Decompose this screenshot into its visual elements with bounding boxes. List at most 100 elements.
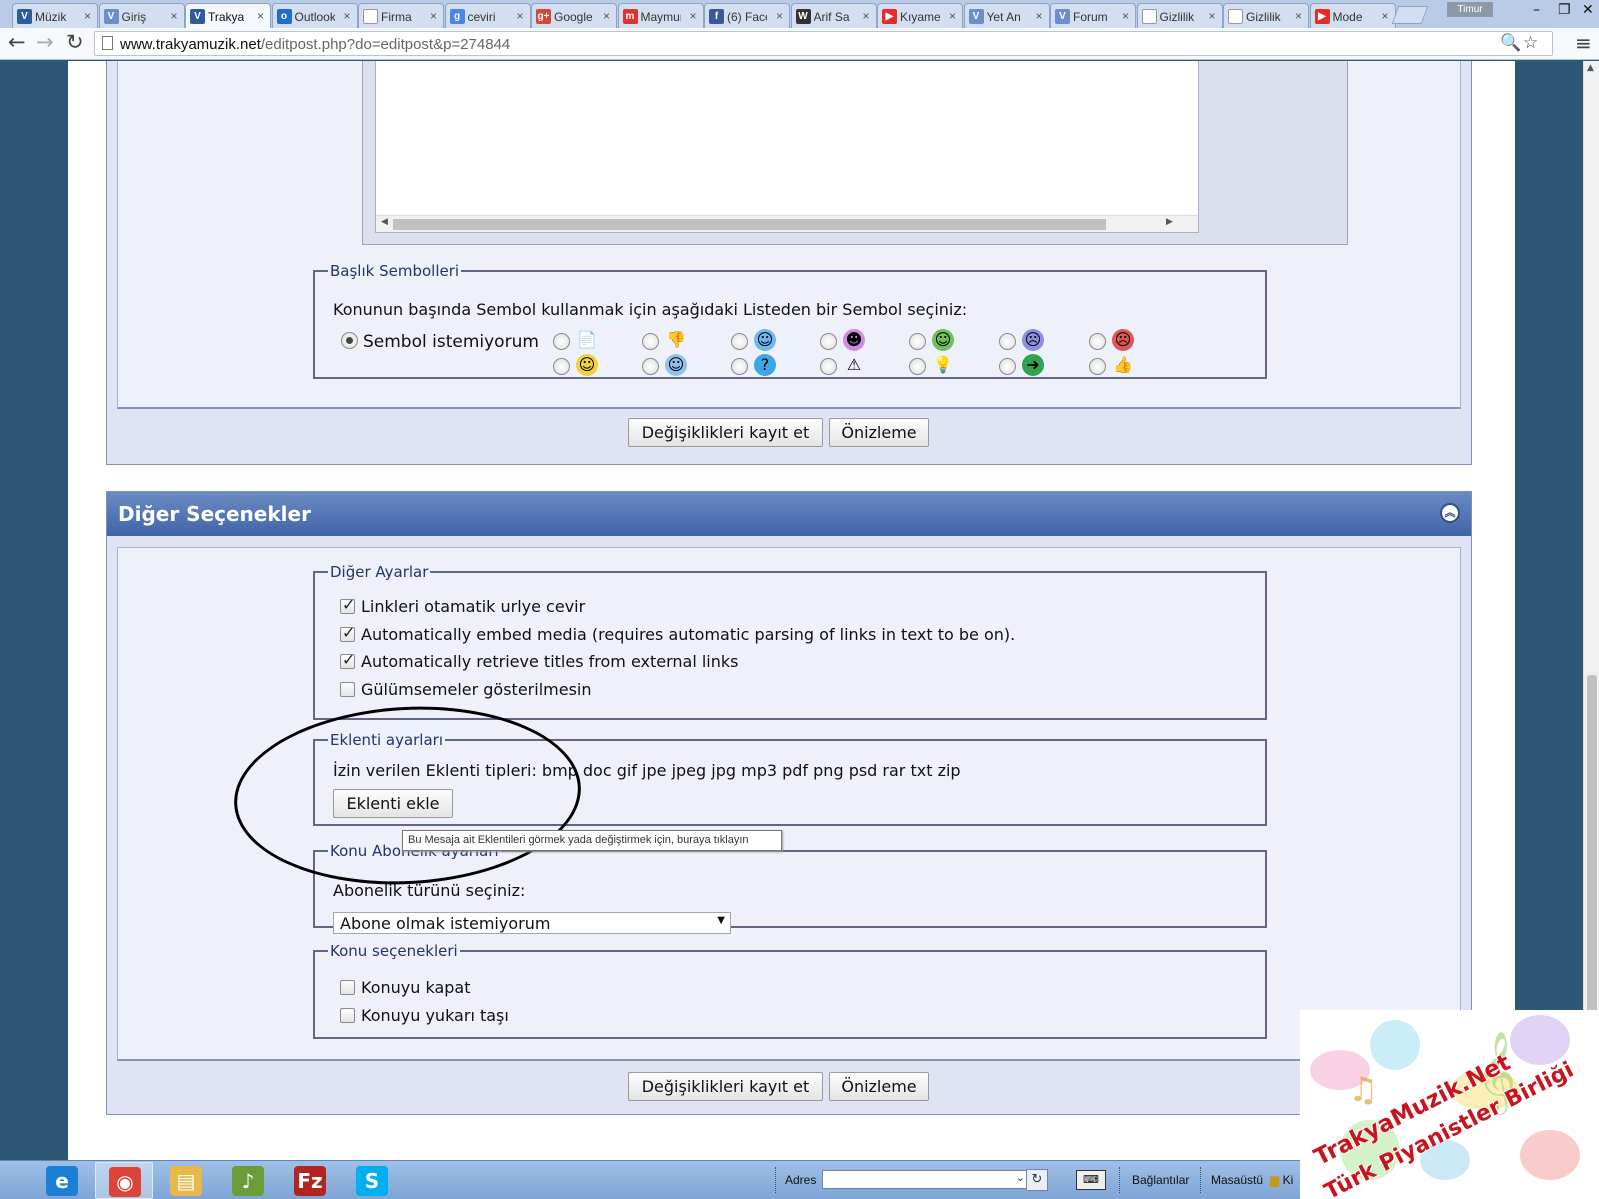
happy-icon[interactable]: ☺ [576,354,598,376]
tab-close-icon[interactable]: × [257,9,264,23]
browser-tab[interactable]: g+ Google × [531,3,617,28]
symbol-radio[interactable] [731,358,748,375]
symbol-radio[interactable] [820,333,837,350]
warning-icon[interactable]: ⚠ [843,354,865,376]
other-options-header[interactable]: Diğer Seçenekler ︽ [107,492,1471,536]
smile-icon[interactable]: ☺ [754,329,776,351]
collapse-icon[interactable]: ︽ [1440,503,1460,523]
option-checkbox[interactable] [340,1007,355,1023]
forward-icon[interactable]: → [36,30,54,54]
option-checkbox-label[interactable]: Konuyu yukarı taşı [361,1006,509,1025]
tab-close-icon[interactable]: × [1381,9,1388,23]
browser-tab[interactable]: Gizlilik × [1136,3,1223,28]
browser-tab[interactable]: g ceviri × [444,3,531,28]
keyboard-icon[interactable]: ⌨ [1076,1170,1106,1190]
symbol-radio[interactable] [553,358,570,375]
taskbar-refresh-icon[interactable]: ↻ [1026,1169,1048,1191]
tab-close-icon[interactable]: × [1035,9,1042,23]
taskbar-address-input[interactable]: ⌄ [822,1170,1030,1189]
browser-tab[interactable]: V Müzik × [12,3,98,28]
chevron-down-icon[interactable]: ⌄ [1016,1171,1025,1184]
browser-tab[interactable]: V Trakya × [185,3,271,29]
browser-tab[interactable]: ▶ Kıyamet × [877,3,963,28]
message-textarea[interactable]: ◀ ▶ [375,61,1199,233]
page-scroll-thumb[interactable] [1587,675,1597,1045]
symbol-radio[interactable] [553,333,570,350]
subscription-select[interactable]: Abone olmak istemiyorum ▼ [333,912,731,934]
thumbs-down-icon[interactable]: 👎 [665,329,687,351]
option-checkbox[interactable]: ✓ [340,623,355,642]
preview-button[interactable]: Önizleme [829,418,929,447]
symbol-radio[interactable] [642,358,659,375]
zoom-icon[interactable]: 🔍 [1500,33,1521,53]
arrow-icon[interactable]: ➜ [1022,354,1044,376]
symbol-radio[interactable] [1089,333,1106,350]
grin-icon[interactable]: ☻ [843,329,865,351]
browser-tab[interactable]: W Arif Sa × [790,3,877,28]
option-checkbox[interactable] [340,980,355,995]
browser-tab[interactable]: V Forum × [1050,3,1136,28]
symbol-radio[interactable] [909,358,926,375]
browser-tab[interactable]: f(6) Face × [704,3,790,28]
tab-close-icon[interactable]: × [170,9,177,23]
tab-close-icon[interactable]: × [1295,9,1302,23]
tab-close-icon[interactable]: × [862,9,869,23]
option-checkbox-label[interactable]: Konuyu kapat [361,978,470,997]
save-changes-button[interactable]: Değişiklikleri kayıt et [628,418,823,447]
scroll-thumb[interactable] [393,219,1106,230]
minimize-icon[interactable]: – [1533,2,1540,18]
address-bar[interactable]: www.trakyamuzik.net/editpost.php?do=edit… [94,31,1553,56]
symbol-radio[interactable] [731,333,748,350]
scroll-up-icon[interactable]: ▲ [1587,63,1594,73]
cool-icon[interactable]: ☺ [665,354,687,376]
option-checkbox-label[interactable]: Linkleri otamatik urlye cevir [361,597,585,616]
symbol-radio[interactable] [999,358,1016,375]
url-text[interactable]: www.trakyamuzik.net/editpost.php?do=edit… [120,36,510,53]
page-scrollbar[interactable]: ▲ [1583,61,1599,1161]
tab-close-icon[interactable]: × [949,9,956,23]
save-changes-button-bottom[interactable]: Değişiklikleri kayıt et [628,1072,823,1101]
taskbar-button[interactable]: Fz [281,1162,339,1199]
big-grin-icon[interactable]: ☺ [932,329,954,351]
reload-icon[interactable]: ↻ [66,30,84,54]
back-icon[interactable]: ← [8,30,26,54]
taskbar-button[interactable]: ◉ [95,1162,153,1199]
taskbar-button[interactable]: e [33,1162,91,1199]
taskbar-button[interactable]: S [343,1162,401,1199]
tab-close-icon[interactable]: × [516,9,523,23]
frown-icon[interactable]: ☹ [1022,329,1044,351]
desktop-toolbar-label[interactable]: Masaüstü [1211,1173,1263,1187]
option-checkbox-label[interactable]: Automatically retrieve titles from exter… [361,652,739,671]
question-icon[interactable]: ? [754,354,776,376]
links-toolbar-label[interactable]: Bağlantılar [1132,1173,1189,1187]
tab-close-icon[interactable]: × [343,9,350,23]
restore-icon[interactable]: ❐ [1558,2,1571,18]
option-checkbox[interactable]: ✓ [340,650,355,669]
tab-close-icon[interactable]: × [603,9,610,23]
tab-close-icon[interactable]: × [689,9,696,23]
profile-name[interactable]: Timur [1447,2,1493,17]
symbol-radio[interactable] [909,333,926,350]
symbol-radio[interactable] [820,358,837,375]
no-symbol-radio[interactable] [341,332,358,349]
browser-tab[interactable]: ▶ Mode × [1309,3,1396,28]
post-icon[interactable]: 📄 [576,329,598,351]
browser-tab[interactable]: mMaymun × [617,3,704,28]
symbol-radio[interactable] [1089,358,1106,375]
option-checkbox-label[interactable]: Gülümsemeler gösterilmesin [361,680,592,699]
close-window-icon[interactable]: ✕ [1582,2,1594,18]
browser-tab[interactable]: o Outlook × [271,3,358,28]
thumbs-up-icon[interactable]: 👍 [1112,354,1134,376]
symbol-radio[interactable] [642,333,659,350]
bookmark-star-icon[interactable]: ☆ [1523,33,1538,53]
tab-close-icon[interactable]: × [1122,9,1129,23]
browser-tab[interactable]: V Yet An × [963,3,1050,28]
option-checkbox[interactable] [340,681,355,697]
browser-tab[interactable]: Gizlilik × [1223,3,1309,28]
lightbulb-icon[interactable]: 💡 [932,354,954,376]
tab-close-icon[interactable]: × [776,9,783,23]
tab-close-icon[interactable]: × [1208,9,1215,23]
browser-tab[interactable]: Firma × [358,3,444,28]
taskbar-button[interactable]: ▤ [157,1162,215,1199]
scroll-left-icon[interactable]: ◀ [381,217,388,227]
